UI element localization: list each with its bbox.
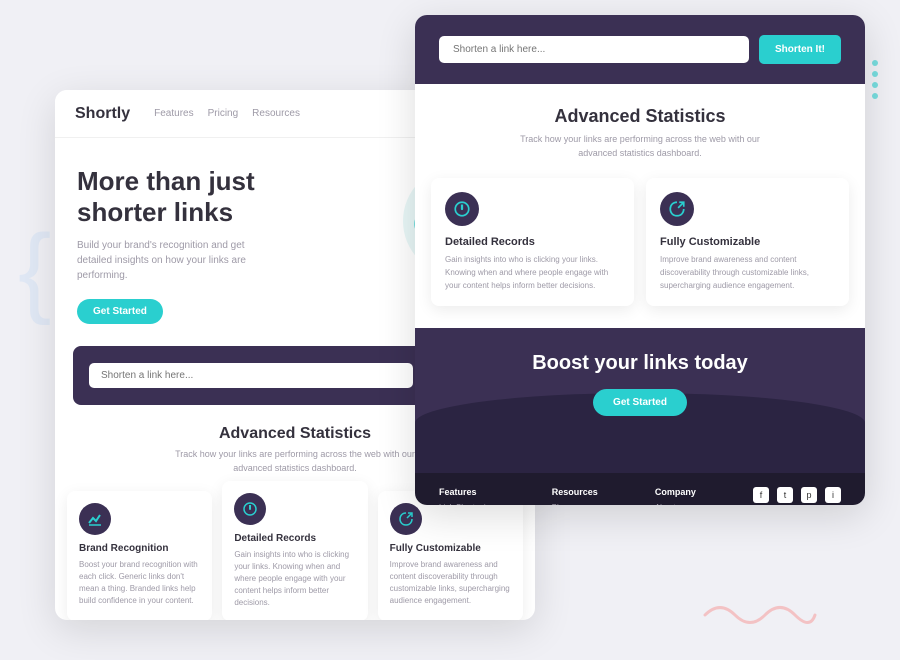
stat-card-custom-text: Improve brand awareness and content disc…	[390, 559, 511, 607]
sec-adv-stats: Advanced Statistics Track how your links…	[415, 84, 865, 160]
sec-boost-title: Boost your links today	[439, 352, 841, 375]
sec-card-custom-title: Fully Customizable	[660, 236, 835, 248]
stat-card-custom-title: Fully Customizable	[390, 543, 511, 554]
stat-card-records-text: Gain insights into who is clicking your …	[234, 549, 355, 609]
nav-links: Features Pricing Resources	[154, 108, 419, 119]
sec-records-icon	[445, 192, 479, 226]
sec-shorten-bar: Shorten It!	[415, 15, 865, 84]
stat-card-brand: Brand Recognition Boost your brand recog…	[67, 491, 212, 620]
hero-cta-button[interactable]: Get Started	[77, 299, 163, 324]
squiggle-decoration	[700, 595, 820, 630]
adv-stats-subtitle: Track how your links are performing acro…	[170, 448, 420, 475]
brand-icon	[79, 503, 111, 535]
custom-icon	[390, 503, 422, 535]
bg-bracket-decoration: {	[18, 220, 51, 320]
footer-col-features: Features Link Shortening Branded Links A…	[439, 487, 495, 505]
footer-col-company: Company About Our Team Careers Contact	[655, 487, 696, 505]
stat-card-records: Detailed Records Gain insights into who …	[222, 481, 367, 620]
footer-col-resources: Resources Blog Developers Support	[552, 487, 598, 505]
sec-shorten-button[interactable]: Shorten It!	[759, 35, 841, 64]
hero-subtitle: Build your brand's recognition and get d…	[77, 238, 257, 283]
footer-social-icons: f t p i	[753, 487, 841, 503]
sec-stats-cards: Detailed Records Gain insights into who …	[415, 178, 865, 306]
social-twitter-icon[interactable]: t	[777, 487, 793, 503]
hero-title: More than just shorter links	[77, 166, 343, 228]
sec-adv-subtitle: Track how your links are performing acro…	[520, 133, 760, 160]
footer-link-blog[interactable]: Blog	[552, 503, 598, 505]
nav-link-features[interactable]: Features	[154, 108, 193, 119]
sec-custom-icon	[660, 192, 694, 226]
footer-features-title: Features	[439, 487, 495, 497]
nav-logo: Shortly	[75, 105, 130, 123]
shorten-input[interactable]	[89, 363, 413, 388]
nav-link-resources[interactable]: Resources	[252, 108, 300, 119]
secondary-card: Shorten It! Advanced Statistics Track ho…	[415, 15, 865, 505]
stats-cards: Brand Recognition Boost your brand recog…	[55, 491, 535, 620]
sec-boost-cta-button[interactable]: Get Started	[593, 389, 687, 416]
sec-shorten-input[interactable]	[439, 36, 749, 63]
records-icon	[234, 493, 266, 525]
sec-adv-title: Advanced Statistics	[439, 106, 841, 127]
social-pinterest-icon[interactable]: p	[801, 487, 817, 503]
footer-link-about[interactable]: About	[655, 503, 696, 505]
social-instagram-icon[interactable]: i	[825, 487, 841, 503]
sec-card-records: Detailed Records Gain insights into who …	[431, 178, 634, 306]
sec-card-custom: Fully Customizable Improve brand awarene…	[646, 178, 849, 306]
sec-card-records-title: Detailed Records	[445, 236, 620, 248]
sec-card-records-text: Gain insights into who is clicking your …	[445, 254, 620, 292]
sec-card-custom-text: Improve brand awareness and content disc…	[660, 254, 835, 292]
nav-link-pricing[interactable]: Pricing	[208, 108, 239, 119]
sec-footer: Features Link Shortening Branded Links A…	[415, 473, 865, 505]
stat-card-records-title: Detailed Records	[234, 533, 355, 544]
footer-link-shortening[interactable]: Link Shortening	[439, 503, 495, 505]
stat-card-brand-text: Boost your brand recognition with each c…	[79, 559, 200, 607]
footer-company-title: Company	[655, 487, 696, 497]
stat-card-brand-title: Brand Recognition	[79, 543, 200, 554]
hero-text: More than just shorter links Build your …	[77, 166, 353, 324]
footer-resources-title: Resources	[552, 487, 598, 497]
social-facebook-icon[interactable]: f	[753, 487, 769, 503]
sec-boost-section: Boost your links today Get Started	[415, 328, 865, 473]
stat-card-custom: Fully Customizable Improve brand awarene…	[378, 491, 523, 620]
